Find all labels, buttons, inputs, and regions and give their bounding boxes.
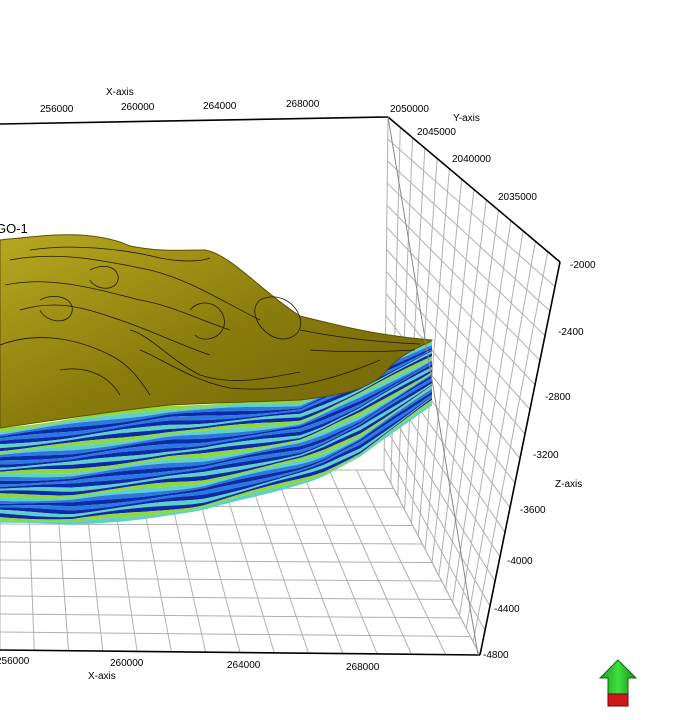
- z-tick-7: -4800: [483, 650, 509, 661]
- x-tick-bottom-0: 256000: [0, 656, 30, 667]
- x-axis-title-bottom: X-axis: [88, 671, 116, 682]
- z-tick-4: -3600: [520, 505, 546, 516]
- x-tick-top-0: 256000: [40, 104, 74, 115]
- x-tick-top-3: 268000: [286, 99, 320, 110]
- y-tick-3: 2035000: [498, 192, 537, 203]
- z-tick-0: -2000: [570, 260, 596, 271]
- z-tick-5: -4000: [507, 556, 533, 567]
- y-axis-title: Y-axis: [453, 113, 480, 124]
- reservoir-volume[interactable]: [0, 234, 434, 525]
- x-tick-bottom-3: 268000: [346, 662, 380, 673]
- x-tick-bottom-2: 264000: [227, 660, 261, 671]
- x-axis-top: X-axis 256000 260000 264000 268000: [40, 87, 320, 115]
- z-tick-2: -2800: [545, 392, 571, 403]
- 3d-viewport[interactable]: X-axis 256000 260000 264000 268000 Y-axi…: [0, 0, 675, 720]
- wall-grid-hline: [386, 204, 541, 361]
- z-tick-3: -3200: [533, 450, 559, 461]
- y-tick-1: 2045000: [417, 127, 456, 138]
- wall-grid-hline: [386, 182, 546, 337]
- y-tick-0: 2050000: [390, 104, 429, 115]
- wall-grid-hline: [383, 447, 486, 631]
- well-label[interactable]: GO-1: [0, 221, 28, 236]
- x-tick-top-2: 264000: [203, 101, 237, 112]
- z-axis-title: Z-axis: [555, 479, 582, 490]
- y-tick-2: 2040000: [452, 154, 491, 165]
- x-tick-bottom-1: 260000: [110, 658, 144, 669]
- wall-grid-hline: [384, 425, 491, 607]
- z-tick-1: -2400: [558, 327, 584, 338]
- z-tick-6: -4400: [494, 604, 520, 615]
- x-axis-title-top: X-axis: [106, 87, 134, 98]
- x-axis-bottom: 256000 260000 264000 268000 X-axis: [0, 656, 380, 682]
- north-arrow-icon[interactable]: [598, 659, 638, 707]
- x-tick-top-1: 260000: [121, 102, 155, 113]
